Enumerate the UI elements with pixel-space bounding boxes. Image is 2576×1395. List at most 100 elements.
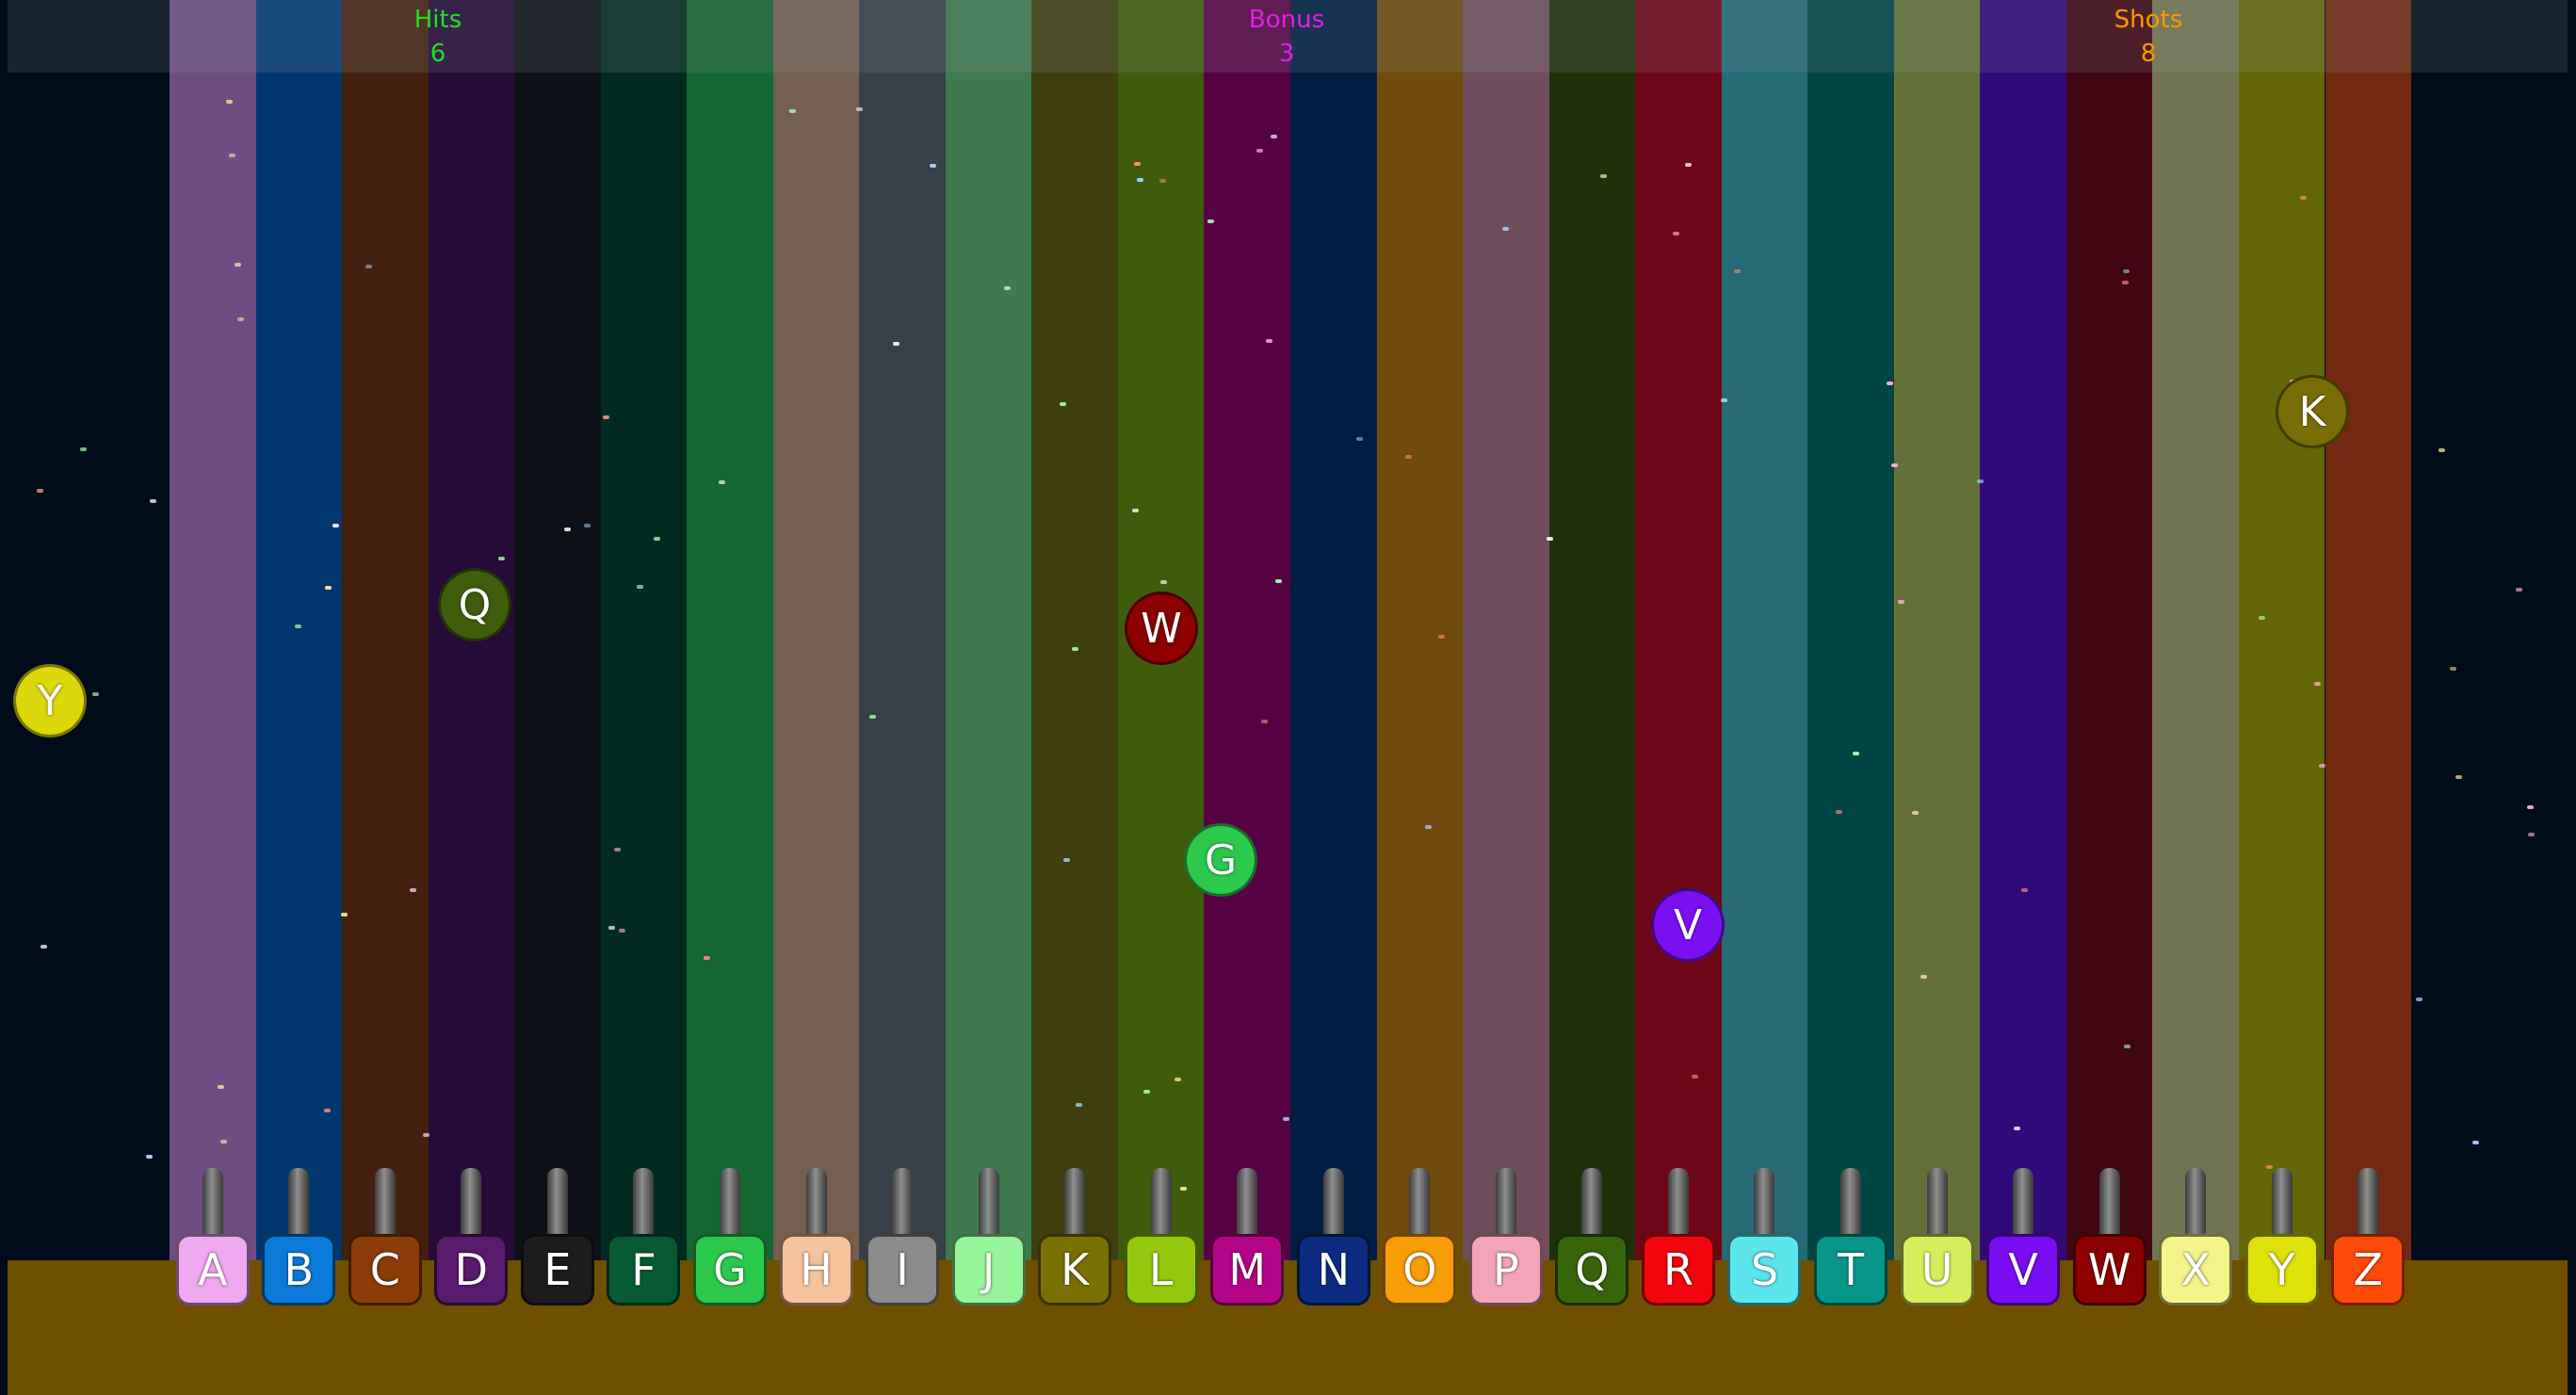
cannon-a	[202, 1168, 223, 1243]
cannon-m	[1237, 1168, 1258, 1243]
cannon-p	[1495, 1168, 1516, 1243]
falling-ball-y: Y	[13, 664, 87, 738]
star	[2122, 281, 2129, 284]
cannon-y	[2271, 1168, 2292, 1243]
star	[1175, 1078, 1181, 1081]
star	[2438, 448, 2445, 452]
star	[1920, 975, 1927, 979]
star	[37, 489, 43, 493]
star	[603, 415, 609, 419]
letter-key-f[interactable]: F	[607, 1234, 681, 1306]
letter-key-i[interactable]: I	[866, 1234, 940, 1306]
star	[1063, 858, 1070, 862]
bonus-counter: Bonus 3	[1192, 3, 1381, 71]
letter-key-x[interactable]: X	[2159, 1234, 2233, 1306]
falling-ball-q: Q	[438, 568, 511, 641]
star	[1132, 509, 1139, 512]
letter-key-m[interactable]: M	[1210, 1234, 1285, 1306]
letter-key-r[interactable]: R	[1641, 1234, 1715, 1306]
star	[719, 480, 725, 484]
star	[341, 913, 348, 916]
star	[2259, 616, 2265, 620]
star	[637, 585, 643, 589]
falling-ball-v: V	[1651, 888, 1725, 962]
cannon-k	[1064, 1168, 1086, 1243]
star	[1673, 232, 1679, 235]
star	[608, 926, 615, 930]
cannon-z	[2357, 1168, 2379, 1243]
star	[229, 154, 235, 157]
star	[2319, 764, 2325, 768]
star	[1502, 227, 1509, 231]
cannon-f	[633, 1168, 655, 1243]
star	[1137, 178, 1143, 182]
star	[1405, 455, 1412, 459]
star	[1887, 381, 1893, 385]
star	[80, 447, 87, 451]
star	[218, 1085, 224, 1089]
cannon-r	[1667, 1168, 1689, 1243]
letter-key-e[interactable]: E	[520, 1234, 594, 1306]
star	[2123, 269, 2130, 273]
letter-key-k[interactable]: K	[1038, 1234, 1112, 1306]
star	[2416, 998, 2422, 1001]
shots-counter: Shots 8	[2054, 3, 2243, 71]
star	[654, 537, 660, 541]
cannon-x	[2185, 1168, 2207, 1243]
star	[150, 499, 156, 503]
letter-key-h[interactable]: H	[779, 1234, 853, 1306]
bonus-value: 3	[1278, 40, 1295, 68]
star	[2450, 667, 2456, 671]
letter-key-z[interactable]: Z	[2331, 1234, 2406, 1306]
letter-key-u[interactable]: U	[1900, 1234, 1974, 1306]
letter-key-l[interactable]: L	[1124, 1234, 1198, 1306]
starfield	[0, 0, 2576, 1260]
cannon-d	[461, 1168, 482, 1243]
letter-key-a[interactable]: A	[175, 1234, 250, 1306]
letter-key-d[interactable]: D	[434, 1234, 509, 1306]
letter-key-j[interactable]: J	[951, 1234, 1026, 1306]
star	[295, 625, 301, 628]
star	[930, 164, 936, 168]
letter-key-c[interactable]: C	[348, 1234, 422, 1306]
hits-value: 6	[429, 40, 446, 68]
letter-key-q[interactable]: Q	[1555, 1234, 1629, 1306]
letter-key-b[interactable]: B	[262, 1234, 336, 1306]
star	[92, 692, 99, 696]
letter-key-v[interactable]: V	[1986, 1234, 2061, 1306]
letter-key-y[interactable]: Y	[2244, 1234, 2319, 1306]
star	[2300, 196, 2307, 200]
star	[1266, 339, 1272, 343]
star	[1912, 811, 1919, 815]
star	[410, 888, 416, 892]
star	[1256, 149, 1263, 153]
star	[423, 1133, 429, 1137]
letter-key-g[interactable]: G	[693, 1234, 767, 1306]
letter-key-p[interactable]: P	[1468, 1234, 1543, 1306]
cannon-j	[978, 1168, 999, 1243]
star	[1180, 1187, 1187, 1191]
hits-counter: Hits 6	[344, 3, 532, 71]
letter-key-w[interactable]: W	[2072, 1234, 2147, 1306]
letter-key-s[interactable]: S	[1727, 1234, 1802, 1306]
star	[1853, 752, 1859, 755]
letter-key-t[interactable]: T	[1814, 1234, 1888, 1306]
star	[1060, 402, 1066, 406]
star	[2528, 833, 2535, 836]
falling-ball-k: K	[2276, 375, 2349, 448]
star	[1977, 479, 1984, 483]
star	[1547, 537, 1553, 541]
cannon-l	[1150, 1168, 1172, 1243]
letter-key-n[interactable]: N	[1296, 1234, 1370, 1306]
cannon-q	[1581, 1168, 1603, 1243]
star	[2266, 1165, 2273, 1169]
star	[856, 107, 863, 111]
star	[1356, 437, 1363, 441]
cannon-u	[1926, 1168, 1948, 1243]
star	[1891, 463, 1898, 467]
star	[1072, 647, 1078, 651]
star	[2516, 588, 2522, 592]
star	[1271, 135, 1277, 138]
star	[1685, 163, 1692, 167]
letter-key-o[interactable]: O	[1383, 1234, 1457, 1306]
